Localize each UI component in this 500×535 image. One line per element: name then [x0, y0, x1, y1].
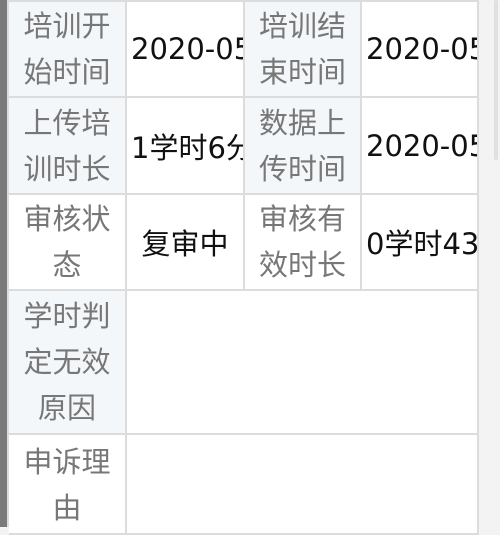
table-left-border	[7, 0, 9, 527]
label-training-end: 培训结束时间	[245, 2, 362, 98]
value-training-end: 2020-05	[362, 2, 479, 98]
label-text: 培训开始时间	[23, 9, 111, 89]
value-text: 2020-05	[131, 32, 245, 66]
label-text: 培训结束时间	[258, 9, 346, 89]
value-text: 2020-05	[366, 128, 479, 163]
label-text: 审核有效时长	[258, 202, 346, 282]
label-uploaded-duration: 上传培训时长	[9, 98, 127, 195]
status-text: 复审中	[141, 227, 229, 261]
value-training-start: 2020-05	[127, 2, 245, 98]
value-text: 1学时6分	[131, 130, 245, 165]
label-text: 数据上传时间	[258, 105, 346, 186]
label-text: 上传培训时长	[23, 105, 111, 186]
value-valid-duration: 0学时43	[362, 195, 479, 291]
value-invalid-reason	[127, 291, 479, 435]
scrollbar[interactable]	[494, 0, 498, 160]
value-text: 2020-05	[366, 32, 479, 66]
label-review-status: 审核状态	[9, 195, 127, 291]
label-upload-time: 数据上传时间	[245, 98, 362, 195]
value-appeal-reason	[127, 435, 479, 535]
label-text: 申诉理由	[23, 445, 111, 525]
value-uploaded-duration: 1学时6分	[127, 98, 245, 195]
left-edge	[0, 0, 7, 527]
label-appeal-reason: 申诉理由	[9, 435, 127, 535]
label-invalid-reason: 学时判定无效原因	[9, 291, 127, 435]
label-valid-duration: 审核有效时长	[245, 195, 362, 291]
label-text: 审核状态	[23, 202, 111, 282]
value-text: 0学时43	[366, 227, 479, 261]
training-record-table: 培训开始时间 2020-05 培训结束时间 2020-05 上传培训时长 1学时…	[7, 0, 479, 535]
label-training-start: 培训开始时间	[9, 2, 127, 98]
value-review-status: 复审中	[127, 195, 245, 291]
label-text: 学时判定无效原因	[23, 299, 111, 425]
value-upload-time: 2020-05	[362, 98, 479, 195]
table-top-border	[7, 0, 479, 2]
